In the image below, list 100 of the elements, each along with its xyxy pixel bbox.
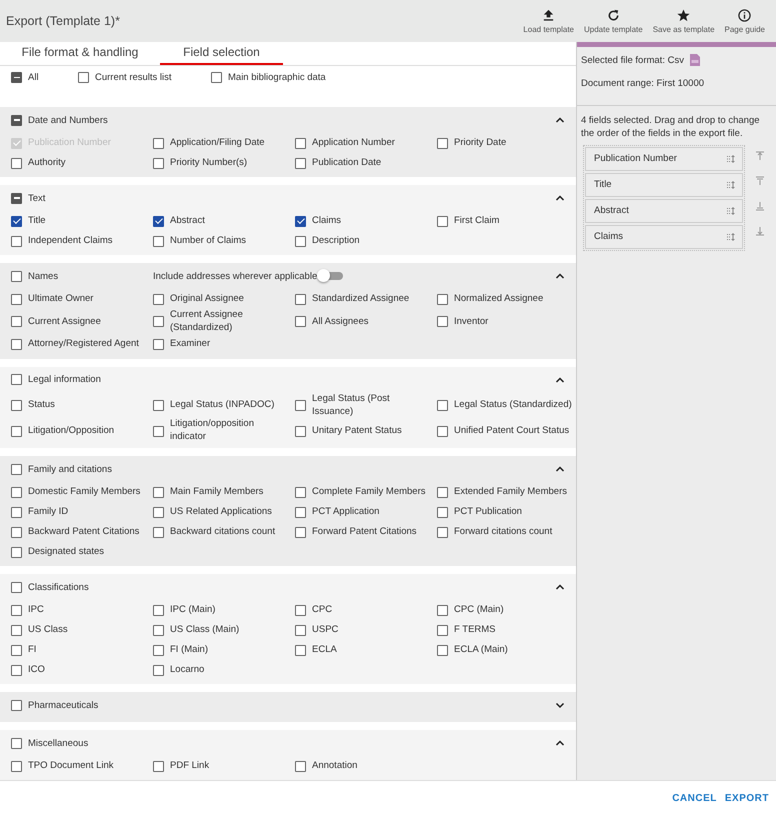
checkbox[interactable] [295,760,306,772]
checkbox[interactable] [153,339,164,350]
checkbox[interactable] [153,624,164,636]
checkbox[interactable] [11,700,22,710]
checkbox[interactable] [437,604,448,616]
checkbox[interactable] [295,216,306,227]
checkbox-label: US Class (Main) [170,624,240,636]
order-item[interactable]: Title [585,172,743,197]
checkbox[interactable] [437,138,448,149]
checkbox[interactable] [11,400,22,412]
hint-text: 4 fields selected. Drag and drop to change the order of the fields in the export file. [581,114,761,141]
checkbox[interactable] [437,216,448,227]
checkbox[interactable] [153,236,164,247]
checkbox-label: Number of Claims [170,234,246,248]
checkbox[interactable] [295,236,306,247]
checkbox[interactable] [295,400,306,412]
checkbox[interactable] [295,486,306,498]
checkbox[interactable] [437,316,448,328]
checkbox[interactable] [295,506,306,518]
refresh-icon [606,8,620,22]
checkbox[interactable] [11,192,22,204]
checkbox[interactable] [11,339,22,350]
load-template-button[interactable]: Load template [518,6,579,36]
guide-template-button[interactable]: Page guide [720,6,770,36]
checkbox[interactable] [153,426,164,437]
checkbox[interactable] [153,400,164,412]
chevron-down-icon[interactable] [555,700,565,710]
checkbox[interactable] [437,624,448,636]
cancel-button[interactable]: CANCEL [669,789,720,808]
tab[interactable]: Field selection [160,42,283,65]
checkbox[interactable] [153,138,164,149]
checkbox-label: Authority [28,156,66,170]
checkbox[interactable] [11,644,22,656]
checkbox[interactable] [11,624,22,636]
checkbox[interactable] [437,526,448,538]
chevron-up-icon[interactable] [555,271,565,282]
checkbox[interactable] [11,760,22,772]
checkbox[interactable] [295,526,306,538]
checkbox[interactable] [153,294,164,305]
chevron-up-icon[interactable] [555,374,565,385]
checkbox[interactable] [437,506,448,518]
export-button[interactable]: EXPORT [722,789,772,808]
checkbox[interactable] [437,400,448,412]
checkbox[interactable] [153,664,164,676]
chevron-up-icon[interactable] [555,193,565,204]
chevron-up-icon[interactable] [555,582,565,592]
order-item[interactable]: Publication Number [585,146,743,171]
checkbox[interactable] [11,158,22,169]
checkbox[interactable] [295,644,306,656]
checkbox[interactable] [78,72,89,83]
checkbox[interactable] [153,506,164,518]
checkbox[interactable] [295,316,306,328]
order-item[interactable]: Claims [585,224,743,249]
checkbox[interactable] [11,738,22,748]
chevron-up-icon[interactable] [555,464,565,474]
checkbox[interactable] [437,644,448,656]
checkbox[interactable] [11,664,22,676]
checkbox[interactable] [437,294,448,305]
toggle-switch[interactable] [319,272,344,280]
checkbox[interactable] [153,158,164,169]
checkbox[interactable] [295,138,306,149]
checkbox-label: CPC [312,604,332,616]
checkbox[interactable] [295,426,306,437]
checkbox[interactable] [11,546,22,558]
chevron-up-icon[interactable] [555,738,565,748]
order-item[interactable]: Abstract [585,198,743,223]
checkbox[interactable] [211,72,222,83]
checkbox[interactable] [153,644,164,656]
checkbox[interactable] [11,270,22,282]
checkbox[interactable] [11,374,22,386]
checkbox[interactable] [11,506,22,518]
section-title: Miscellaneous [28,738,90,748]
checkbox[interactable] [153,760,164,772]
checkbox[interactable] [437,426,448,437]
checkbox[interactable] [11,114,22,126]
checkbox[interactable] [11,216,22,227]
checkbox[interactable] [153,216,164,227]
checkbox[interactable] [11,316,22,328]
checkbox[interactable] [11,294,22,305]
checkbox[interactable] [11,486,22,498]
tab[interactable]: File format & handling [0,42,160,65]
checkbox[interactable] [11,604,22,616]
checkbox[interactable] [295,294,306,305]
checkbox[interactable] [11,526,22,538]
checkbox[interactable] [153,486,164,498]
checkbox[interactable] [295,604,306,616]
checkbox[interactable] [153,316,164,328]
checkbox[interactable] [295,158,306,169]
checkbox[interactable] [11,582,22,592]
checkbox[interactable] [295,624,306,636]
save-template-button[interactable]: Save as template [648,6,720,36]
checkbox[interactable] [11,236,22,247]
update-template-button[interactable]: Update template [579,6,648,36]
checkbox[interactable] [11,426,22,437]
checkbox[interactable] [437,486,448,498]
checkbox[interactable] [11,464,22,474]
checkbox[interactable] [153,526,164,538]
chevron-up-icon[interactable] [555,115,565,126]
checkbox[interactable] [153,604,164,616]
checkbox[interactable] [11,72,22,83]
